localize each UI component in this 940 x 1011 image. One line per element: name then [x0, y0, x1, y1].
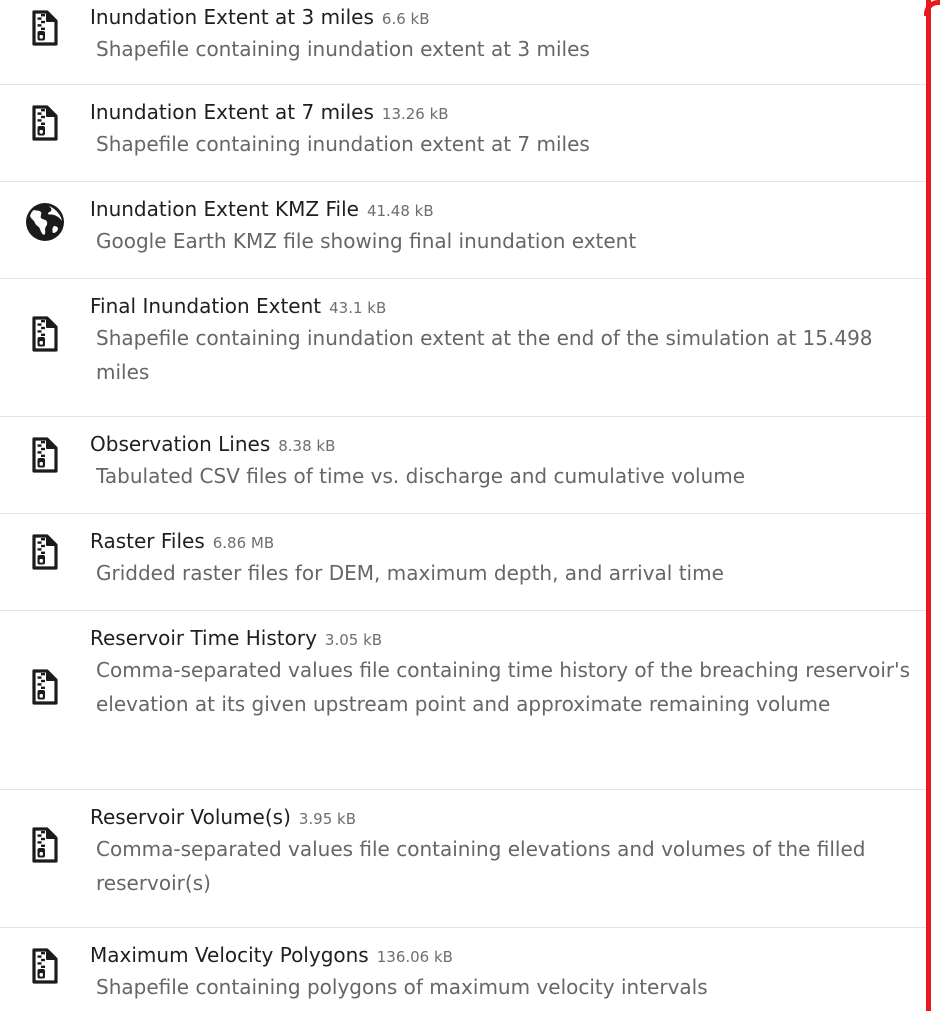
file-title[interactable]: Inundation Extent at 7 miles — [90, 100, 374, 124]
file-size: 41.48 kB — [366, 202, 434, 220]
file-title[interactable]: Observation Lines — [90, 432, 270, 456]
file-item[interactable]: Reservoir Volume(s) 3.95 kB Comma-separat… — [0, 790, 930, 928]
zip-file-icon — [0, 611, 90, 705]
zip-file-icon — [0, 0, 90, 46]
file-item[interactable]: Observation Lines 8.38 kB Tabulated CSV f… — [0, 417, 930, 514]
file-item[interactable]: Maximum Velocity Polygons 136.06 kB Shape… — [0, 928, 930, 1011]
file-list: Inundation Extent at 3 miles 6.6 kB Shape… — [0, 0, 930, 1011]
file-description: Shapefile containing inundation extent a… — [96, 132, 590, 156]
file-description: Gridded raster files for DEM, maximum de… — [96, 561, 724, 585]
file-size: 6.6 kB — [381, 10, 430, 28]
file-description: Comma-separated values file containing t… — [96, 658, 911, 716]
file-description: Shapefile containing inundation extent a… — [96, 326, 873, 384]
file-item[interactable]: Final Inundation Extent 43.1 kB Shapefile… — [0, 279, 930, 417]
file-title[interactable]: Inundation Extent KMZ File — [90, 197, 359, 221]
file-title[interactable]: Reservoir Time History — [90, 626, 317, 650]
file-description: Shapefile containing inundation extent a… — [96, 37, 590, 61]
zip-file-icon — [0, 928, 90, 984]
file-size: 6.86 MB — [212, 534, 275, 552]
file-item[interactable]: Reservoir Time History 3.05 kB Comma-sepa… — [0, 611, 930, 790]
zip-file-icon — [0, 417, 90, 473]
file-title[interactable]: Inundation Extent at 3 miles — [90, 5, 374, 29]
file-title[interactable]: Reservoir Volume(s) — [90, 805, 291, 829]
file-title[interactable]: Maximum Velocity Polygons — [90, 943, 369, 967]
file-title[interactable]: Final Inundation Extent — [90, 294, 321, 318]
zip-file-icon — [0, 279, 90, 352]
file-description: Tabulated CSV files of time vs. discharg… — [96, 464, 746, 488]
globe-icon — [0, 182, 90, 242]
file-size: 8.38 kB — [278, 437, 336, 455]
file-size: 3.95 kB — [298, 810, 357, 828]
file-size: 13.26 kB — [381, 105, 449, 123]
zip-file-icon — [0, 790, 90, 863]
file-item[interactable]: Inundation Extent at 3 miles 6.6 kB Shape… — [0, 0, 930, 85]
file-title[interactable]: Raster Files — [90, 529, 205, 553]
file-item[interactable]: Inundation Extent KMZ File 41.48 kB Googl… — [0, 182, 930, 279]
file-description: Google Earth KMZ file showing final inun… — [96, 229, 637, 253]
file-item[interactable]: Raster Files 6.86 MB Gridded raster files… — [0, 514, 930, 611]
file-description: Shapefile containing polygons of maximum… — [96, 975, 708, 999]
file-size: 43.1 kB — [329, 299, 387, 317]
zip-file-icon — [0, 514, 90, 570]
file-description: Comma-separated values file containing e… — [96, 837, 866, 895]
file-size: 136.06 kB — [376, 948, 453, 966]
file-size: 3.05 kB — [324, 631, 383, 649]
file-item[interactable]: Inundation Extent at 7 miles 13.26 kB Sha… — [0, 85, 930, 182]
zip-file-icon — [0, 85, 90, 141]
highlight-border — [926, 0, 931, 1011]
